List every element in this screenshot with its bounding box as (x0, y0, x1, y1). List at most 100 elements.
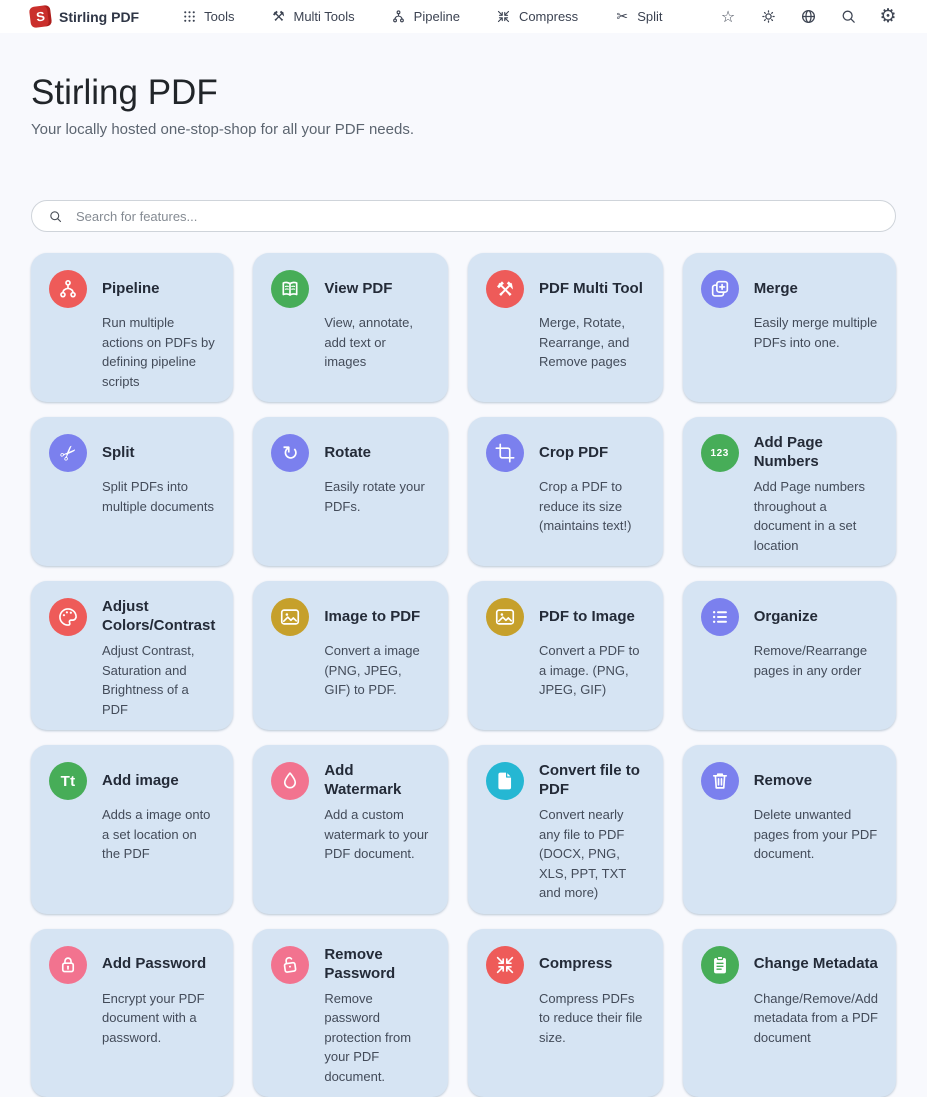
card-adjust-colors-contrast[interactable]: Adjust Colors/Contrast Adjust Contrast, … (31, 581, 233, 730)
feature-description: Adds a image onto a set location on the … (102, 805, 215, 864)
nav-item-label: Tools (204, 9, 234, 24)
card-pipeline[interactable]: Pipeline Run multiple actions on PDFs by… (31, 253, 233, 402)
card-compress[interactable]: Compress Compress PDFs to reduce their f… (468, 929, 663, 1097)
card-remove[interactable]: Remove Delete unwanted pages from your P… (683, 745, 896, 914)
nav-item-multi-tools[interactable]: ⚒ Multi Tools (270, 9, 354, 25)
add-page-numbers-icon: 123 (701, 434, 739, 472)
feature-title: Add Page Numbers (754, 434, 878, 472)
feature-description: Easily rotate your PDFs. (324, 477, 430, 516)
nav-item-split[interactable]: ✂ Split (614, 9, 662, 25)
feature-description: Easily merge multiple PDFs into one. (754, 313, 878, 352)
file-icon (486, 762, 524, 800)
card-remove-password[interactable]: Remove Password Remove password protecti… (253, 929, 448, 1097)
feature-title: Adjust Colors/Contrast (102, 598, 215, 636)
card-view-pdf[interactable]: View PDF View, annotate, add text or ima… (253, 253, 448, 402)
card-add-page-numbers[interactable]: 123 Add Page Numbers Add Page numbers th… (683, 417, 896, 566)
merge-icon (701, 270, 739, 308)
card-add-watermark[interactable]: Add Watermark Add a custom watermark to … (253, 745, 448, 914)
feature-title: Add image (102, 772, 215, 791)
feature-title: Add Watermark (324, 762, 430, 800)
card-image-to-pdf[interactable]: Image to PDF Convert a image (PNG, JPEG,… (253, 581, 448, 730)
card-rotate[interactable]: ↻ Rotate Easily rotate your PDFs. (253, 417, 448, 566)
add-image-icon: Tt (49, 762, 87, 800)
feature-description: View, annotate, add text or images (324, 313, 430, 372)
nav-item-label: Multi Tools (293, 9, 354, 24)
feature-title: Rotate (324, 444, 430, 463)
book-icon (271, 270, 309, 308)
nav-item-label: Compress (519, 9, 578, 24)
tools-icon: ⚒ (486, 270, 524, 308)
feature-description: Encrypt your PDF document with a passwor… (102, 989, 215, 1048)
scissors-icon: ✂ (614, 9, 630, 25)
nav-menu: Tools ⚒ Multi Tools Pipeline Compress ✂ … (181, 9, 662, 25)
star-icon[interactable]: ☆ (719, 8, 737, 26)
brand[interactable]: S Stirling PDF (30, 6, 139, 27)
page-subtitle: Your locally hosted one-stop-shop for al… (31, 121, 896, 138)
sun-icon[interactable] (759, 8, 777, 26)
feature-description: Add Page numbers throughout a document i… (754, 477, 878, 555)
card-add-password[interactable]: Add Password Encrypt your PDF document w… (31, 929, 233, 1097)
list-icon (701, 598, 739, 636)
feature-title: Remove Password (324, 946, 430, 984)
feature-title: PDF Multi Tool (539, 280, 645, 299)
feature-title: Image to PDF (324, 608, 430, 627)
feature-description: Change/Remove/Add metadata from a PDF do… (754, 989, 878, 1048)
image-icon (271, 598, 309, 636)
search-icon[interactable] (839, 8, 857, 26)
card-pdf-to-image[interactable]: PDF to Image Convert a PDF to a image. (… (468, 581, 663, 730)
compress-icon (496, 9, 512, 25)
rotate-icon: ↻ (271, 434, 309, 472)
card-add-image[interactable]: Tt Add image Adds a image onto a set loc… (31, 745, 233, 914)
main-content: Stirling PDF Your locally hosted one-sto… (0, 73, 927, 1097)
feature-title: Split (102, 444, 215, 463)
globe-icon[interactable] (799, 8, 817, 26)
nav-item-label: Split (637, 9, 662, 24)
nav-item-compress[interactable]: Compress (496, 9, 578, 25)
nav-actions: ☆ ⚙ (719, 8, 897, 26)
feature-title: Merge (754, 280, 878, 299)
card-pdf-multi-tool[interactable]: ⚒ PDF Multi Tool Merge, Rotate, Rearrang… (468, 253, 663, 402)
nav-item-tools[interactable]: Tools (181, 9, 234, 25)
clipboard-icon (701, 946, 739, 984)
card-merge[interactable]: Merge Easily merge multiple PDFs into on… (683, 253, 896, 402)
feature-title: PDF to Image (539, 608, 645, 627)
page-title: Stirling PDF (31, 73, 896, 113)
feature-title: Compress (539, 955, 645, 974)
gear-icon[interactable]: ⚙ (879, 8, 897, 26)
top-navbar: S Stirling PDF Tools ⚒ Multi Tools Pipel… (0, 0, 927, 33)
feature-title: Pipeline (102, 280, 215, 299)
feature-description: Remove password protection from your PDF… (324, 989, 430, 1087)
feature-description: Merge, Rotate, Rearrange, and Remove pag… (539, 313, 645, 372)
search-input[interactable] (31, 200, 896, 232)
feature-card-grid: Pipeline Run multiple actions on PDFs by… (31, 253, 896, 1097)
feature-description: Remove/Rearrange pages in any order (754, 641, 878, 680)
stirling-logo-icon: S (29, 5, 52, 28)
crop-icon (486, 434, 524, 472)
feature-description: Split PDFs into multiple documents (102, 477, 215, 516)
card-organize[interactable]: Organize Remove/Rearrange pages in any o… (683, 581, 896, 730)
grid-icon (181, 9, 197, 25)
unlock-icon (271, 946, 309, 984)
feature-title: View PDF (324, 280, 430, 299)
pipeline-icon (391, 9, 407, 25)
feature-title: Remove (754, 772, 878, 791)
card-split[interactable]: ✂ Split Split PDFs into multiple documen… (31, 417, 233, 566)
compress-icon (486, 946, 524, 984)
card-change-metadata[interactable]: Change Metadata Change/Remove/Add metada… (683, 929, 896, 1097)
feature-title: Crop PDF (539, 444, 645, 463)
feature-description: Convert a image (PNG, JPEG, GIF) to PDF. (324, 641, 430, 700)
nav-item-pipeline[interactable]: Pipeline (391, 9, 460, 25)
card-crop-pdf[interactable]: Crop PDF Crop a PDF to reduce its size (… (468, 417, 663, 566)
feature-title: Organize (754, 608, 878, 627)
brand-name: Stirling PDF (59, 9, 139, 25)
feature-title: Add Password (102, 955, 215, 974)
palette-icon (49, 598, 87, 636)
feature-description: Adjust Contrast, Saturation and Brightne… (102, 641, 215, 719)
scissors-icon: ✂ (49, 434, 87, 472)
feature-description: Delete unwanted pages from your PDF docu… (754, 805, 878, 864)
card-convert-file-to-pdf[interactable]: Convert file to PDF Convert nearly any f… (468, 745, 663, 914)
feature-description: Add a custom watermark to your PDF docum… (324, 805, 430, 864)
lock-icon (49, 946, 87, 984)
trash-icon (701, 762, 739, 800)
feature-title: Change Metadata (754, 955, 878, 974)
